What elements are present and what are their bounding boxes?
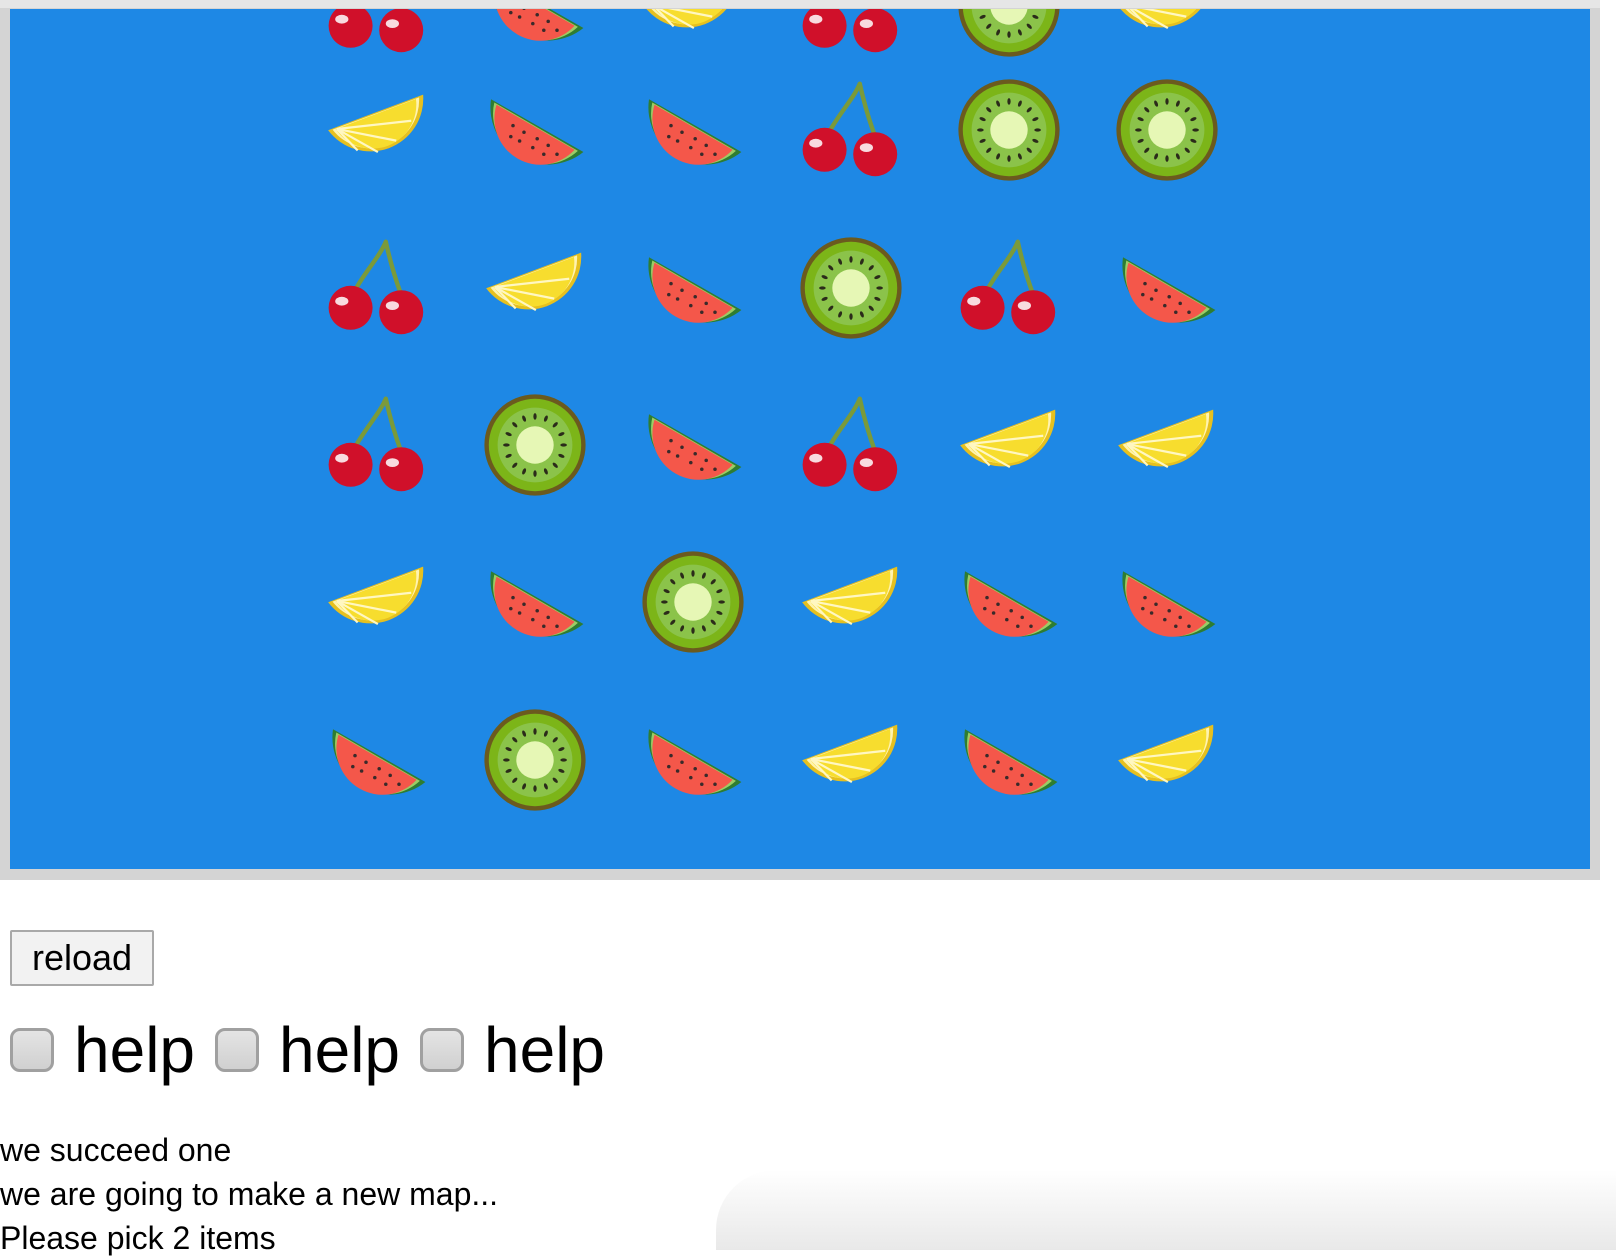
board-frame (0, 0, 1600, 880)
message-line: we are going to make a new map... (0, 1176, 499, 1212)
kiwi-icon (480, 390, 590, 500)
watermelon-icon (480, 75, 590, 185)
lemon-icon (322, 547, 432, 657)
fruit-tile[interactable] (480, 705, 590, 815)
fruit-tile[interactable] (638, 233, 748, 343)
fruit-tile[interactable] (1112, 390, 1222, 500)
message-line: we succeed one (0, 1132, 232, 1168)
fruit-tile[interactable] (638, 75, 748, 185)
help-checkbox-2[interactable] (215, 1028, 259, 1072)
help-label-2: help (279, 1014, 400, 1086)
fruit-tile[interactable] (480, 9, 590, 61)
lemon-icon (480, 233, 590, 343)
cherry-icon (322, 9, 432, 61)
fruit-tile[interactable] (796, 547, 906, 657)
fruit-tile[interactable] (796, 75, 906, 185)
fruit-tile[interactable] (480, 390, 590, 500)
watermelon-icon (638, 390, 748, 500)
fruit-tile[interactable] (322, 233, 432, 343)
fruit-tile[interactable] (796, 9, 906, 61)
cherry-icon (796, 9, 906, 61)
watermelon-icon (1112, 233, 1222, 343)
fruit-tile[interactable] (1112, 547, 1222, 657)
help-option-2[interactable]: help (215, 1018, 400, 1082)
fruit-tile[interactable] (1112, 9, 1222, 61)
message-line: Please pick 2 items (0, 1220, 276, 1256)
fruit-tile[interactable] (638, 9, 748, 61)
cherry-icon (322, 233, 432, 343)
watermelon-icon (322, 705, 432, 815)
fruit-tile[interactable] (796, 390, 906, 500)
help-checkbox-3[interactable] (420, 1028, 464, 1072)
help-label-3: help (484, 1014, 605, 1086)
fruit-tile[interactable] (638, 547, 748, 657)
game-board[interactable] (10, 9, 1590, 869)
lemon-icon (322, 75, 432, 185)
help-option-3[interactable]: help (420, 1018, 605, 1082)
fruit-tile[interactable] (954, 547, 1064, 657)
help-option-1[interactable]: help (10, 1018, 195, 1082)
kiwi-icon (1112, 75, 1222, 185)
help-options: help help help (10, 1010, 625, 1090)
fruit-tile[interactable] (638, 390, 748, 500)
fruit-tile[interactable] (1112, 705, 1222, 815)
fruit-tile[interactable] (322, 547, 432, 657)
fruit-tile[interactable] (954, 390, 1064, 500)
watermelon-icon (954, 547, 1064, 657)
watermelon-icon (954, 705, 1064, 815)
fruit-tile[interactable] (322, 705, 432, 815)
lemon-icon (1112, 9, 1222, 61)
fruit-tile[interactable] (954, 75, 1064, 185)
watermelon-icon (1112, 547, 1222, 657)
fruit-tile[interactable] (1112, 233, 1222, 343)
watermelon-icon (638, 75, 748, 185)
watermelon-icon (638, 705, 748, 815)
cherry-icon (954, 233, 1064, 343)
lemon-icon (796, 547, 906, 657)
fruit-tile[interactable] (322, 75, 432, 185)
fruit-tile[interactable] (322, 390, 432, 500)
fruit-tile[interactable] (1112, 75, 1222, 185)
fruit-tile[interactable] (796, 233, 906, 343)
watermelon-icon (638, 233, 748, 343)
fruit-tile[interactable] (954, 233, 1064, 343)
fruit-tile[interactable] (480, 233, 590, 343)
cherry-icon (796, 390, 906, 500)
lemon-icon (1112, 705, 1222, 815)
kiwi-icon (480, 705, 590, 815)
watermelon-icon (480, 9, 590, 61)
kiwi-icon (954, 75, 1064, 185)
lemon-icon (1112, 390, 1222, 500)
help-label-1: help (74, 1014, 195, 1086)
fruit-tile[interactable] (638, 705, 748, 815)
lemon-icon (638, 9, 748, 61)
fruit-tile[interactable] (796, 705, 906, 815)
message-log: we succeed one we are going to make a ne… (0, 1128, 498, 1260)
fruit-tile[interactable] (954, 705, 1064, 815)
fruit-tile[interactable] (322, 9, 432, 61)
kiwi-icon (638, 547, 748, 657)
cherry-icon (322, 390, 432, 500)
watermelon-icon (480, 547, 590, 657)
kiwi-icon (796, 233, 906, 343)
lemon-icon (796, 705, 906, 815)
reload-button[interactable]: reload (10, 930, 154, 986)
help-checkbox-1[interactable] (10, 1028, 54, 1072)
fruit-tile[interactable] (954, 9, 1064, 61)
cherry-icon (796, 75, 906, 185)
fruit-tile[interactable] (480, 75, 590, 185)
kiwi-icon (954, 9, 1064, 61)
lemon-icon (954, 390, 1064, 500)
window-shadow (716, 1170, 1616, 1250)
fruit-tile[interactable] (480, 547, 590, 657)
